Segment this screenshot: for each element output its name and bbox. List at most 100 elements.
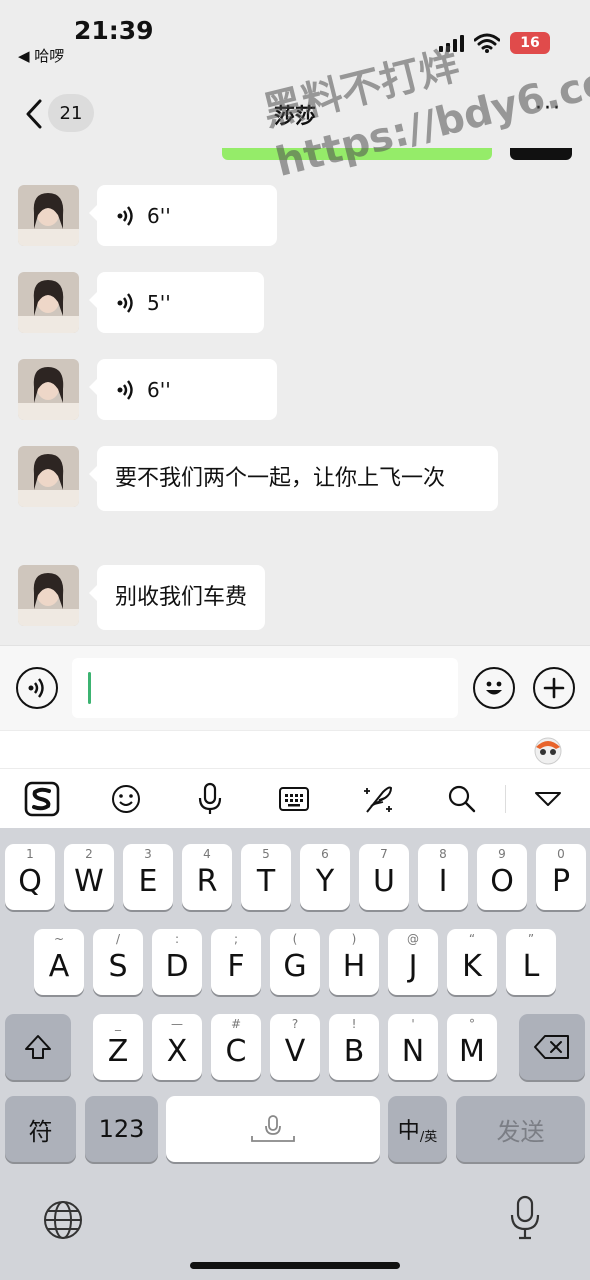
key-v[interactable]: ? V — [270, 1014, 320, 1080]
key-s[interactable]: / S — [93, 929, 143, 995]
key-letter: R — [196, 863, 218, 899]
key-hint: ? — [291, 1017, 299, 1031]
voice-input-button[interactable] — [16, 667, 58, 709]
voice-message-bubble[interactable]: 6'' — [89, 359, 277, 420]
emoji-button[interactable] — [473, 667, 515, 709]
wechat-chat-screen: 21:39 ◀ 哈啰 16 21 莎莎 ··· 6'' 5'' 6'' 要不我们… — [0, 0, 590, 1280]
shift-arrow-icon — [25, 1035, 51, 1059]
key-letter: W — [74, 863, 104, 899]
text-message-bubble[interactable]: 别收我们车费 — [88, 565, 266, 630]
key-j[interactable]: @ J — [388, 929, 438, 995]
voice-wave-icon — [117, 379, 133, 400]
previous-sent-avatar — [510, 148, 572, 160]
key-i[interactable]: 8I — [418, 844, 468, 910]
contact-avatar[interactable] — [18, 359, 79, 420]
more-options-button[interactable]: ··· — [535, 96, 562, 121]
symbols-key[interactable]: 符 — [5, 1096, 76, 1162]
more-functions-button[interactable] — [533, 667, 575, 709]
key-e[interactable]: 3E — [123, 844, 173, 910]
key-letter: A — [48, 948, 70, 984]
key-letter: E — [138, 863, 158, 899]
key-o[interactable]: 9O — [477, 844, 527, 910]
contact-avatar[interactable] — [18, 446, 79, 507]
voice-typing-button[interactable] — [190, 779, 230, 819]
backspace-key[interactable] — [519, 1014, 585, 1080]
key-hint: _ — [115, 1017, 121, 1031]
keyboard-layout-button[interactable] — [274, 779, 314, 819]
key-b[interactable]: ! B — [329, 1014, 379, 1080]
toolbar-divider — [505, 785, 506, 813]
emoji-keyboard-button[interactable] — [106, 779, 146, 819]
voice-message-bubble[interactable]: 5'' — [89, 272, 264, 333]
globe-icon[interactable] — [42, 1199, 84, 1241]
message-row: 5'' — [18, 272, 264, 333]
sogou-logo-button[interactable] — [22, 779, 62, 819]
hide-keyboard-button[interactable] — [528, 779, 568, 819]
key-n[interactable]: ' N — [388, 1014, 438, 1080]
language-sub-label: /英 — [419, 1129, 438, 1145]
search-icon — [448, 785, 476, 813]
key-letter: Z — [107, 1033, 129, 1069]
key-z[interactable]: _ Z — [93, 1014, 143, 1080]
key-c[interactable]: # C — [211, 1014, 261, 1080]
voice-duration: 6'' — [147, 203, 171, 228]
key-h[interactable]: ) H — [329, 929, 379, 995]
contact-avatar[interactable] — [18, 565, 79, 626]
key-l[interactable]: ” L — [506, 929, 556, 995]
key-hint: 5 — [262, 847, 270, 861]
shift-key[interactable] — [5, 1014, 71, 1080]
handwriting-button[interactable] — [358, 779, 398, 819]
key-letter: H — [342, 948, 366, 984]
key-hint: “ — [468, 932, 476, 946]
key-hint: : — [174, 932, 180, 946]
key-t[interactable]: 5T — [241, 844, 291, 910]
message-row: 别收我们车费 — [18, 565, 266, 630]
dictation-microphone-icon[interactable] — [508, 1194, 542, 1242]
voice-message-bubble[interactable]: 6'' — [89, 185, 277, 246]
back-to-app-link[interactable]: ◀ 哈啰 — [18, 45, 64, 66]
numbers-key[interactable]: 123 — [85, 1096, 158, 1162]
key-u[interactable]: 7U — [359, 844, 409, 910]
key-letter: S — [108, 948, 128, 984]
smiley-face-icon — [112, 785, 140, 813]
key-hint: ” — [527, 932, 535, 946]
home-indicator[interactable] — [190, 1262, 400, 1269]
key-hint: ( — [292, 932, 298, 946]
message-row: 6'' — [18, 185, 277, 246]
message-input[interactable] — [72, 658, 458, 718]
key-f[interactable]: ; F — [211, 929, 261, 995]
key-y[interactable]: 6Y — [300, 844, 350, 910]
key-m[interactable]: ° M — [447, 1014, 497, 1080]
key-k[interactable]: “K — [447, 929, 497, 995]
key-hint: 1 — [26, 847, 34, 861]
key-hint: 0 — [557, 847, 565, 861]
backspace-icon — [534, 1035, 569, 1059]
smiley-face-icon — [486, 681, 502, 695]
key-p[interactable]: 0P — [536, 844, 586, 910]
key-letter: C — [225, 1033, 247, 1069]
text-message-bubble[interactable]: 要不我们两个一起，让你上飞一次 — [89, 446, 498, 511]
voice-wave-icon — [117, 205, 133, 226]
ime-candidate-bar — [0, 730, 590, 768]
contact-avatar[interactable] — [18, 272, 79, 333]
key-letter: L — [522, 948, 540, 984]
key-g[interactable]: (G — [270, 929, 320, 995]
key-r[interactable]: 4R — [182, 844, 232, 910]
key-x[interactable]: — X — [152, 1014, 202, 1080]
key-hint: — — [171, 1017, 183, 1031]
key-letter: V — [284, 1033, 306, 1069]
space-key[interactable] — [166, 1096, 380, 1162]
send-key[interactable]: 发送 — [456, 1096, 585, 1162]
search-button[interactable] — [442, 779, 482, 819]
key-hint: # — [230, 1017, 242, 1031]
key-hint: 8 — [439, 847, 447, 861]
ime-keyboard: 1Q 2W 3E 4R 5T 6Y 7U 8I 9O 0P ~ A / S :D ;… — [0, 828, 590, 1280]
key-q[interactable]: 1Q — [5, 844, 55, 910]
key-w[interactable]: 2W — [64, 844, 114, 910]
contact-avatar[interactable] — [18, 185, 79, 246]
key-a[interactable]: ~ A — [34, 929, 84, 995]
language-switch-key[interactable]: 中/英 — [388, 1096, 447, 1162]
sogou-logo-icon — [24, 781, 60, 817]
ime-mascot-icon[interactable] — [532, 735, 564, 765]
key-d[interactable]: :D — [152, 929, 202, 995]
